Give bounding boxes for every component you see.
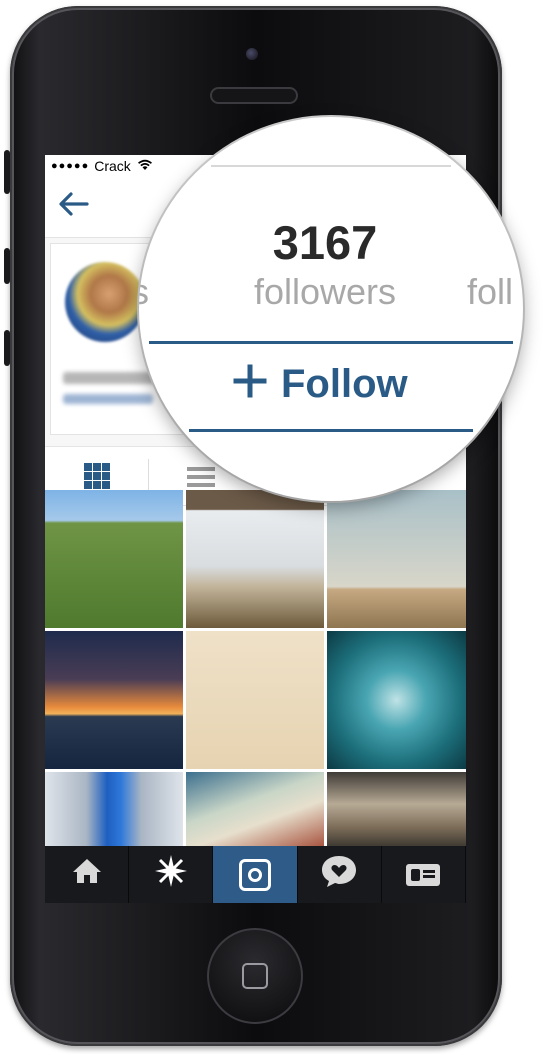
tab-bar: [45, 846, 466, 903]
view-tabs-divider: [148, 459, 149, 493]
profile-icon: [406, 863, 441, 886]
signal-strength: ●●●●●: [51, 160, 90, 172]
follow-button[interactable]: Follow: [233, 359, 408, 409]
home-button-square-icon: [242, 963, 268, 989]
photo-thumbnail[interactable]: [45, 772, 183, 852]
photo-thumbnail[interactable]: [45, 631, 183, 769]
home-icon: [71, 857, 103, 892]
tab-explore[interactable]: [129, 846, 214, 903]
photo-thumbnail[interactable]: [327, 772, 466, 852]
photo-thumbnail[interactable]: [45, 490, 183, 628]
follow-button-bottom-border: [189, 429, 473, 432]
earpiece-speaker: [210, 87, 298, 104]
photo-thumbnail[interactable]: [327, 631, 466, 769]
followers-label: followers: [253, 271, 397, 312]
wifi-icon: [137, 159, 153, 174]
tab-news[interactable]: [298, 846, 382, 903]
followers-count[interactable]: 3167: [139, 215, 511, 270]
tab-home[interactable]: [45, 846, 130, 903]
plus-icon: [233, 359, 267, 409]
carrier-name: Crack: [94, 158, 131, 174]
list-view-icon[interactable]: [187, 467, 215, 491]
news-icon: [320, 854, 358, 895]
volume-up-button: [4, 248, 10, 284]
avatar[interactable]: [65, 262, 145, 342]
camera-icon: [239, 858, 271, 891]
tab-profile[interactable]: [382, 846, 466, 903]
grid-view-icon[interactable]: [84, 463, 110, 489]
magnifier-top-divider: [211, 165, 451, 167]
tab-camera[interactable]: [213, 846, 298, 903]
photo-thumbnail[interactable]: [186, 490, 324, 628]
back-arrow-icon[interactable]: [57, 191, 89, 222]
volume-down-button: [4, 330, 10, 366]
photo-thumbnail[interactable]: [327, 490, 466, 628]
explore-icon: [154, 854, 188, 895]
mute-switch: [4, 150, 10, 194]
photo-thumbnail[interactable]: [186, 772, 324, 852]
home-button[interactable]: [207, 928, 303, 1024]
front-camera: [246, 48, 258, 60]
photo-grid: [45, 490, 466, 852]
photo-thumbnail[interactable]: [186, 631, 324, 769]
follow-button-top-border: [149, 341, 513, 344]
magnifier-callout: 3167 s followers foll Follow: [139, 117, 523, 501]
following-label-partial: foll: [467, 271, 514, 312]
blurred-website-link: [63, 394, 153, 404]
follow-button-label: Follow: [281, 361, 408, 406]
